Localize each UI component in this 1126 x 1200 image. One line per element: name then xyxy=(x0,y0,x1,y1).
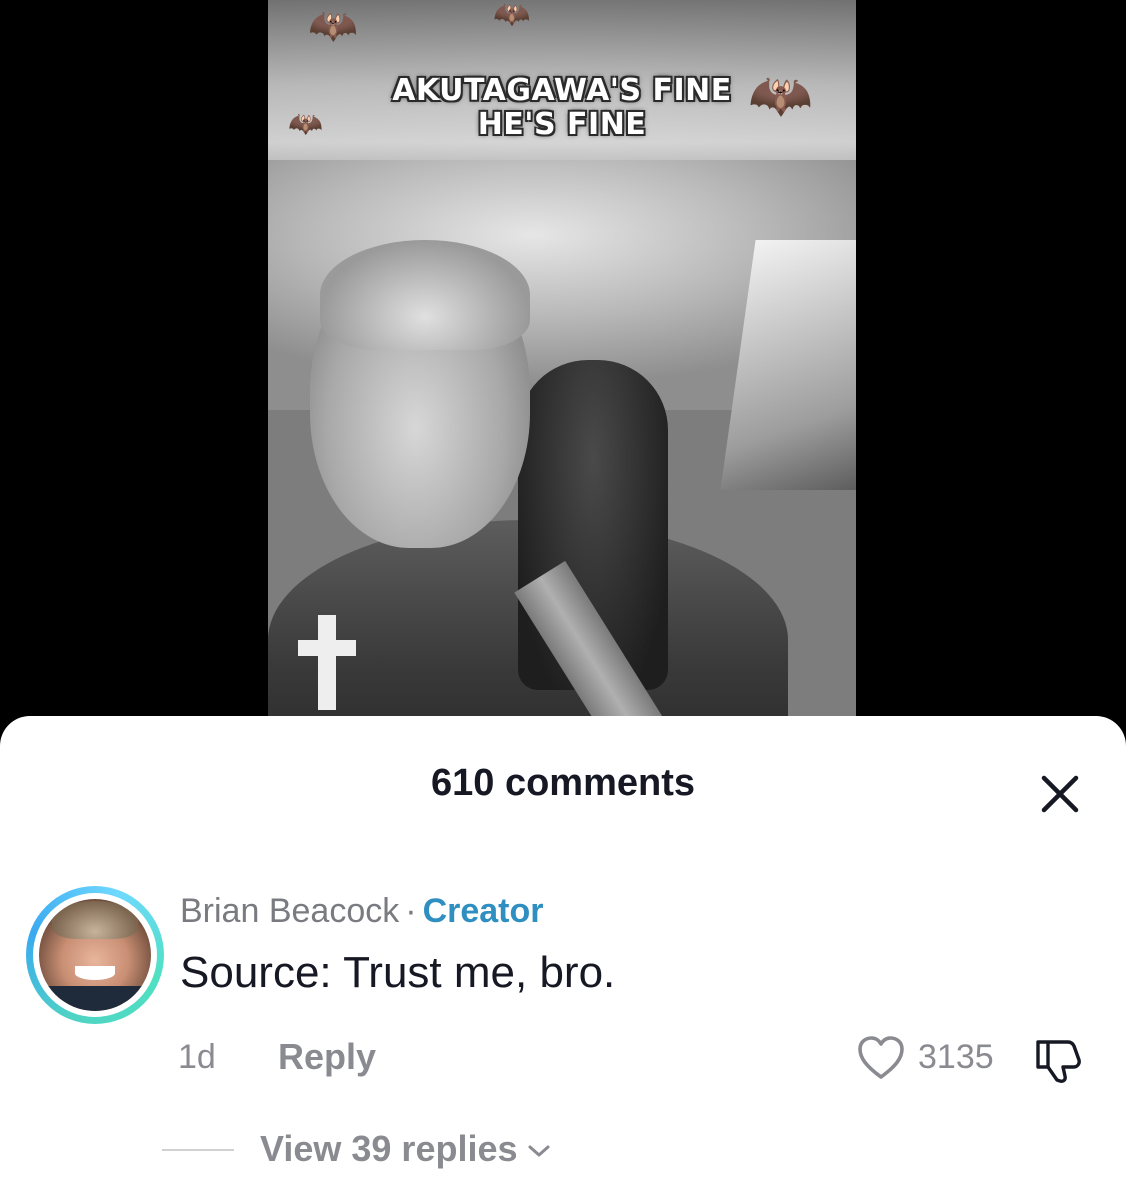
avatar-border xyxy=(33,893,157,1017)
comment-text: Source: Trust me, bro. xyxy=(180,948,616,997)
comments-count-title: 610 comments xyxy=(430,762,695,804)
caption-line-2: HE'S FINE xyxy=(477,107,647,142)
avatar-shirt xyxy=(39,986,151,1011)
close-button[interactable] xyxy=(1034,768,1086,820)
video-caption: AKUTAGAWA'S FINE HE'S FINE xyxy=(268,74,856,142)
comment-username[interactable]: Brian Beacock xyxy=(180,892,399,930)
close-icon xyxy=(1041,775,1079,813)
comment-timestamp: 1d xyxy=(178,1038,216,1076)
person-hair xyxy=(320,240,530,350)
video-player[interactable]: 🦇 🦇 🦇 🦇 AKUTAGAWA'S FINE HE'S FINE xyxy=(0,0,1126,740)
chevron-down-icon xyxy=(528,1145,550,1157)
reply-button[interactable]: Reply xyxy=(278,1036,376,1078)
bat-icon: 🦇 xyxy=(308,4,358,48)
avatar-smile xyxy=(74,966,116,980)
avatar-image xyxy=(39,899,151,1011)
creator-badge: Creator xyxy=(422,892,544,930)
comments-sheet: 610 comments Brian Beacock · Creator Sourc… xyxy=(0,716,1126,1200)
avatar-hair xyxy=(52,901,138,940)
heart-outline-icon xyxy=(858,1036,904,1079)
view-replies-button[interactable]: View 39 replies xyxy=(260,1128,552,1170)
cross-graphic-horizontal xyxy=(298,640,356,656)
view-replies-label: View 39 replies xyxy=(260,1128,518,1169)
avatar[interactable] xyxy=(26,886,164,1024)
video-frame: 🦇 🦇 🦇 🦇 AKUTAGAWA'S FINE HE'S FINE xyxy=(268,0,856,740)
dislike-button[interactable] xyxy=(1030,1034,1086,1086)
comment-header: Brian Beacock · Creator xyxy=(180,892,544,931)
like-count: 3135 xyxy=(918,1038,994,1076)
thumbs-down-icon xyxy=(1036,1040,1081,1083)
separator-dot: · xyxy=(405,892,417,930)
bat-icon: 🦇 xyxy=(493,0,531,31)
caption-line-1: AKUTAGAWA'S FINE xyxy=(392,73,732,108)
cross-graphic-vertical xyxy=(318,615,336,710)
replies-divider xyxy=(162,1149,234,1151)
like-button[interactable] xyxy=(856,1034,906,1082)
